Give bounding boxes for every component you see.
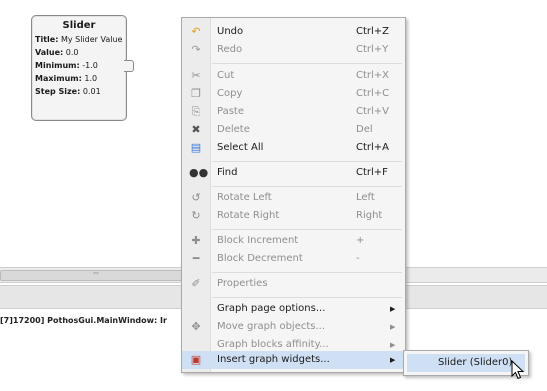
submenu-item-slider[interactable]: Slider (Slider0) [407,354,525,372]
menu-item-find[interactable]: ●● Find Ctrl+F [182,164,405,182]
menu-item-copy[interactable]: ❐ Copy Ctrl+C [182,85,405,103]
menu-separator [212,186,402,187]
menu-item-block-decrement[interactable]: ━ Block Decrement - [182,250,405,268]
delete-icon: ✖ [191,123,201,136]
menu-separator [212,297,402,298]
menu-item-delete[interactable]: ✖ Delete Del [182,121,405,139]
menu-item-undo[interactable]: ↶ Undo Ctrl+Z [182,23,405,41]
menu-item-select-all[interactable]: ▤ Select All Ctrl+A [182,139,405,157]
menu-item-insert-graph-widgets[interactable]: ▣ Insert graph widgets... ▶ [182,351,405,369]
context-menu: ↶ Undo Ctrl+Z ↷ Redo Ctrl+Y ✂ Cut Ctrl+X… [181,17,406,373]
menu-separator [212,161,402,162]
block-prop-maximum: Maximum: 1.0 [35,74,98,83]
copy-icon: ❐ [191,87,201,100]
undo-icon: ↶ [191,25,201,38]
submenu-arrow-icon: ▶ [390,356,396,364]
redo-icon: ↷ [191,43,201,56]
menu-item-cut[interactable]: ✂ Cut Ctrl+X [182,67,405,85]
cut-icon: ✂ [191,69,201,82]
log-line: [7]17200] PothosGui.MainWindow: Ir [0,316,167,325]
block-prop-value: Value: 0.0 [35,48,79,57]
menu-item-properties[interactable]: ✐ Properties [182,275,405,293]
menu-item-redo[interactable]: ↷ Redo Ctrl+Y [182,41,405,59]
minus-icon: ━ [192,252,200,265]
move-icon: ✥ [191,320,201,333]
paste-icon: ⎘ [191,105,201,118]
menu-item-graph-page-options[interactable]: Graph page options... ▶ [182,300,405,318]
select-all-icon: ▤ [190,141,202,154]
widgets-icon: ▣ [190,353,202,366]
mouse-cursor-icon [511,360,525,380]
menu-separator [212,63,402,64]
rotate-right-icon: ↻ [191,209,201,222]
slider-block[interactable]: Slider Title: My Slider Value Value: 0.0… [31,15,127,121]
menu-item-rotate-right[interactable]: ↻ Rotate Right Right [182,207,405,225]
block-prop-title: Title: My Slider Value [35,35,123,44]
menu-item-block-increment[interactable]: ✚ Block Increment + [182,232,405,250]
block-title: Slider [62,20,96,31]
menu-item-rotate-left[interactable]: ↺ Rotate Left Left [182,189,405,207]
menu-item-paste[interactable]: ⎘ Paste Ctrl+V [182,103,405,121]
rotate-left-icon: ↺ [191,191,201,204]
plus-icon: ✚ [191,234,201,247]
menu-item-move-graph-objects[interactable]: ✥ Move graph objects... ▶ [182,318,405,336]
menu-separator [212,229,402,230]
binoculars-icon: ●● [189,166,209,179]
menu-separator [212,272,402,273]
submenu-arrow-icon: ▶ [390,305,396,313]
submenu-arrow-icon: ▶ [390,323,396,331]
properties-icon: ✐ [191,277,201,290]
scrollbar-grip[interactable]: ''' [0,270,192,281]
block-prop-minimum: Minimum: -1.0 [35,61,98,70]
block-prop-step-size: Step Size: 0.01 [35,87,101,96]
output-port[interactable] [124,60,134,72]
